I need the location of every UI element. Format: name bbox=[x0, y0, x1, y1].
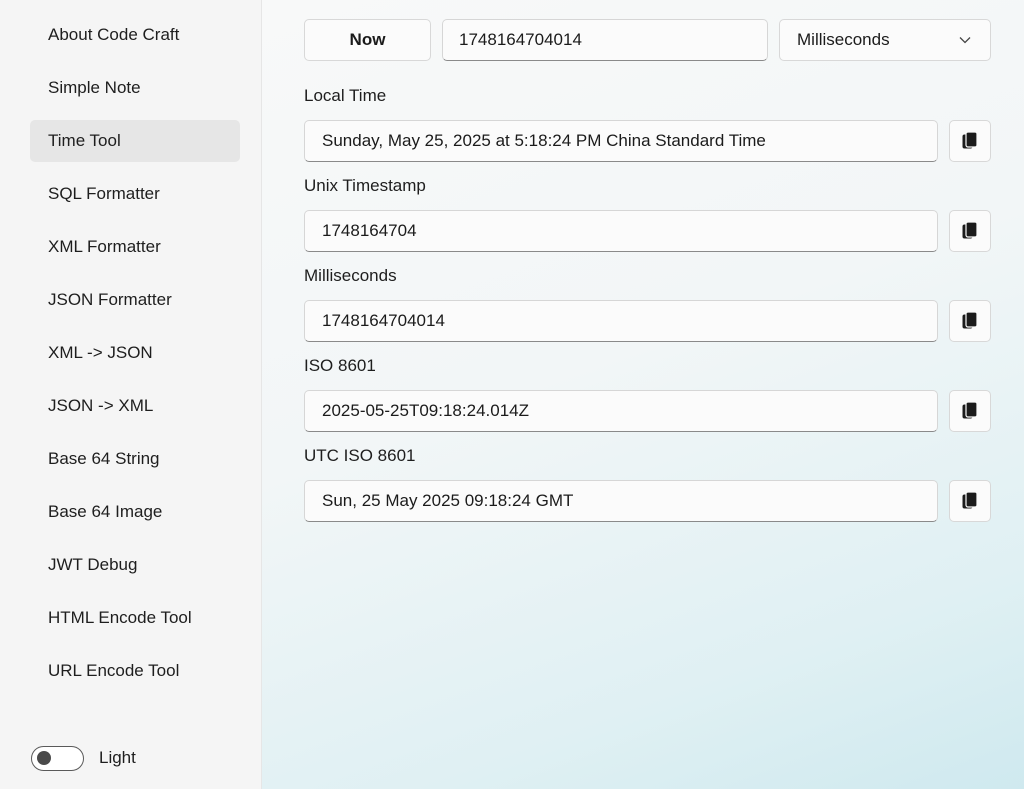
sidebar-item-xml-formatter[interactable]: XML Formatter bbox=[30, 226, 240, 268]
theme-toggle-label: Light bbox=[99, 748, 136, 767]
toggle-knob bbox=[37, 751, 51, 765]
sidebar-item-jwt-debug[interactable]: JWT Debug bbox=[30, 544, 240, 586]
time-tool-panel: Now Milliseconds Local Time Sunday, May … bbox=[262, 0, 1024, 789]
sidebar-item-about-code-craft[interactable]: About Code Craft bbox=[30, 14, 240, 56]
now-button[interactable]: Now bbox=[304, 19, 431, 61]
sidebar-item-sql-formatter[interactable]: SQL Formatter bbox=[30, 173, 240, 215]
timestamp-input[interactable] bbox=[442, 19, 768, 61]
copy-icon bbox=[962, 131, 978, 149]
copy-local-time-button[interactable] bbox=[949, 120, 991, 162]
unit-dropdown-value: Milliseconds bbox=[797, 30, 890, 49]
sidebar-item-base64-string[interactable]: Base 64 String bbox=[30, 438, 240, 480]
iso-8601-field[interactable]: 2025-05-25T09:18:24.014Z bbox=[304, 390, 938, 432]
sidebar-nav: About Code Craft Simple Note Time Tool S… bbox=[0, 0, 262, 789]
sidebar-item-json-to-xml[interactable]: JSON -> XML bbox=[30, 385, 240, 427]
sidebar-item-time-tool[interactable]: Time Tool bbox=[30, 120, 240, 162]
iso-8601-label: ISO 8601 bbox=[304, 356, 376, 375]
copy-icon bbox=[962, 491, 978, 509]
local-time-label: Local Time bbox=[304, 86, 387, 105]
local-time-field[interactable]: Sunday, May 25, 2025 at 5:18:24 PM China… bbox=[304, 120, 938, 162]
milliseconds-field[interactable]: 1748164704014 bbox=[304, 300, 938, 342]
sidebar-footer: Light bbox=[0, 735, 261, 789]
copy-icon bbox=[962, 311, 978, 329]
unix-timestamp-label: Unix Timestamp bbox=[304, 176, 426, 195]
copy-iso-8601-button[interactable] bbox=[949, 390, 991, 432]
unit-dropdown[interactable]: Milliseconds bbox=[779, 19, 991, 61]
utc-iso-8601-label: UTC ISO 8601 bbox=[304, 446, 416, 465]
copy-unix-timestamp-button[interactable] bbox=[949, 210, 991, 252]
theme-toggle[interactable] bbox=[31, 746, 84, 771]
sidebar-item-html-encode-tool[interactable]: HTML Encode Tool bbox=[30, 597, 240, 639]
chevron-down-icon bbox=[959, 37, 971, 44]
copy-utc-iso-8601-button[interactable] bbox=[949, 480, 991, 522]
unix-timestamp-field[interactable]: 1748164704 bbox=[304, 210, 938, 252]
nav-list: About Code Craft Simple Note Time Tool S… bbox=[30, 14, 240, 703]
utc-iso-8601-field[interactable]: Sun, 25 May 2025 09:18:24 GMT bbox=[304, 480, 938, 522]
copy-milliseconds-button[interactable] bbox=[949, 300, 991, 342]
sidebar-item-base64-image[interactable]: Base 64 Image bbox=[30, 491, 240, 533]
sidebar-item-json-formatter[interactable]: JSON Formatter bbox=[30, 279, 240, 321]
sidebar-item-xml-to-json[interactable]: XML -> JSON bbox=[30, 332, 240, 374]
copy-icon bbox=[962, 401, 978, 419]
sidebar-item-url-encode-tool[interactable]: URL Encode Tool bbox=[30, 650, 240, 692]
copy-icon bbox=[962, 221, 978, 239]
milliseconds-label: Milliseconds bbox=[304, 266, 397, 285]
sidebar-item-simple-note[interactable]: Simple Note bbox=[30, 67, 240, 109]
